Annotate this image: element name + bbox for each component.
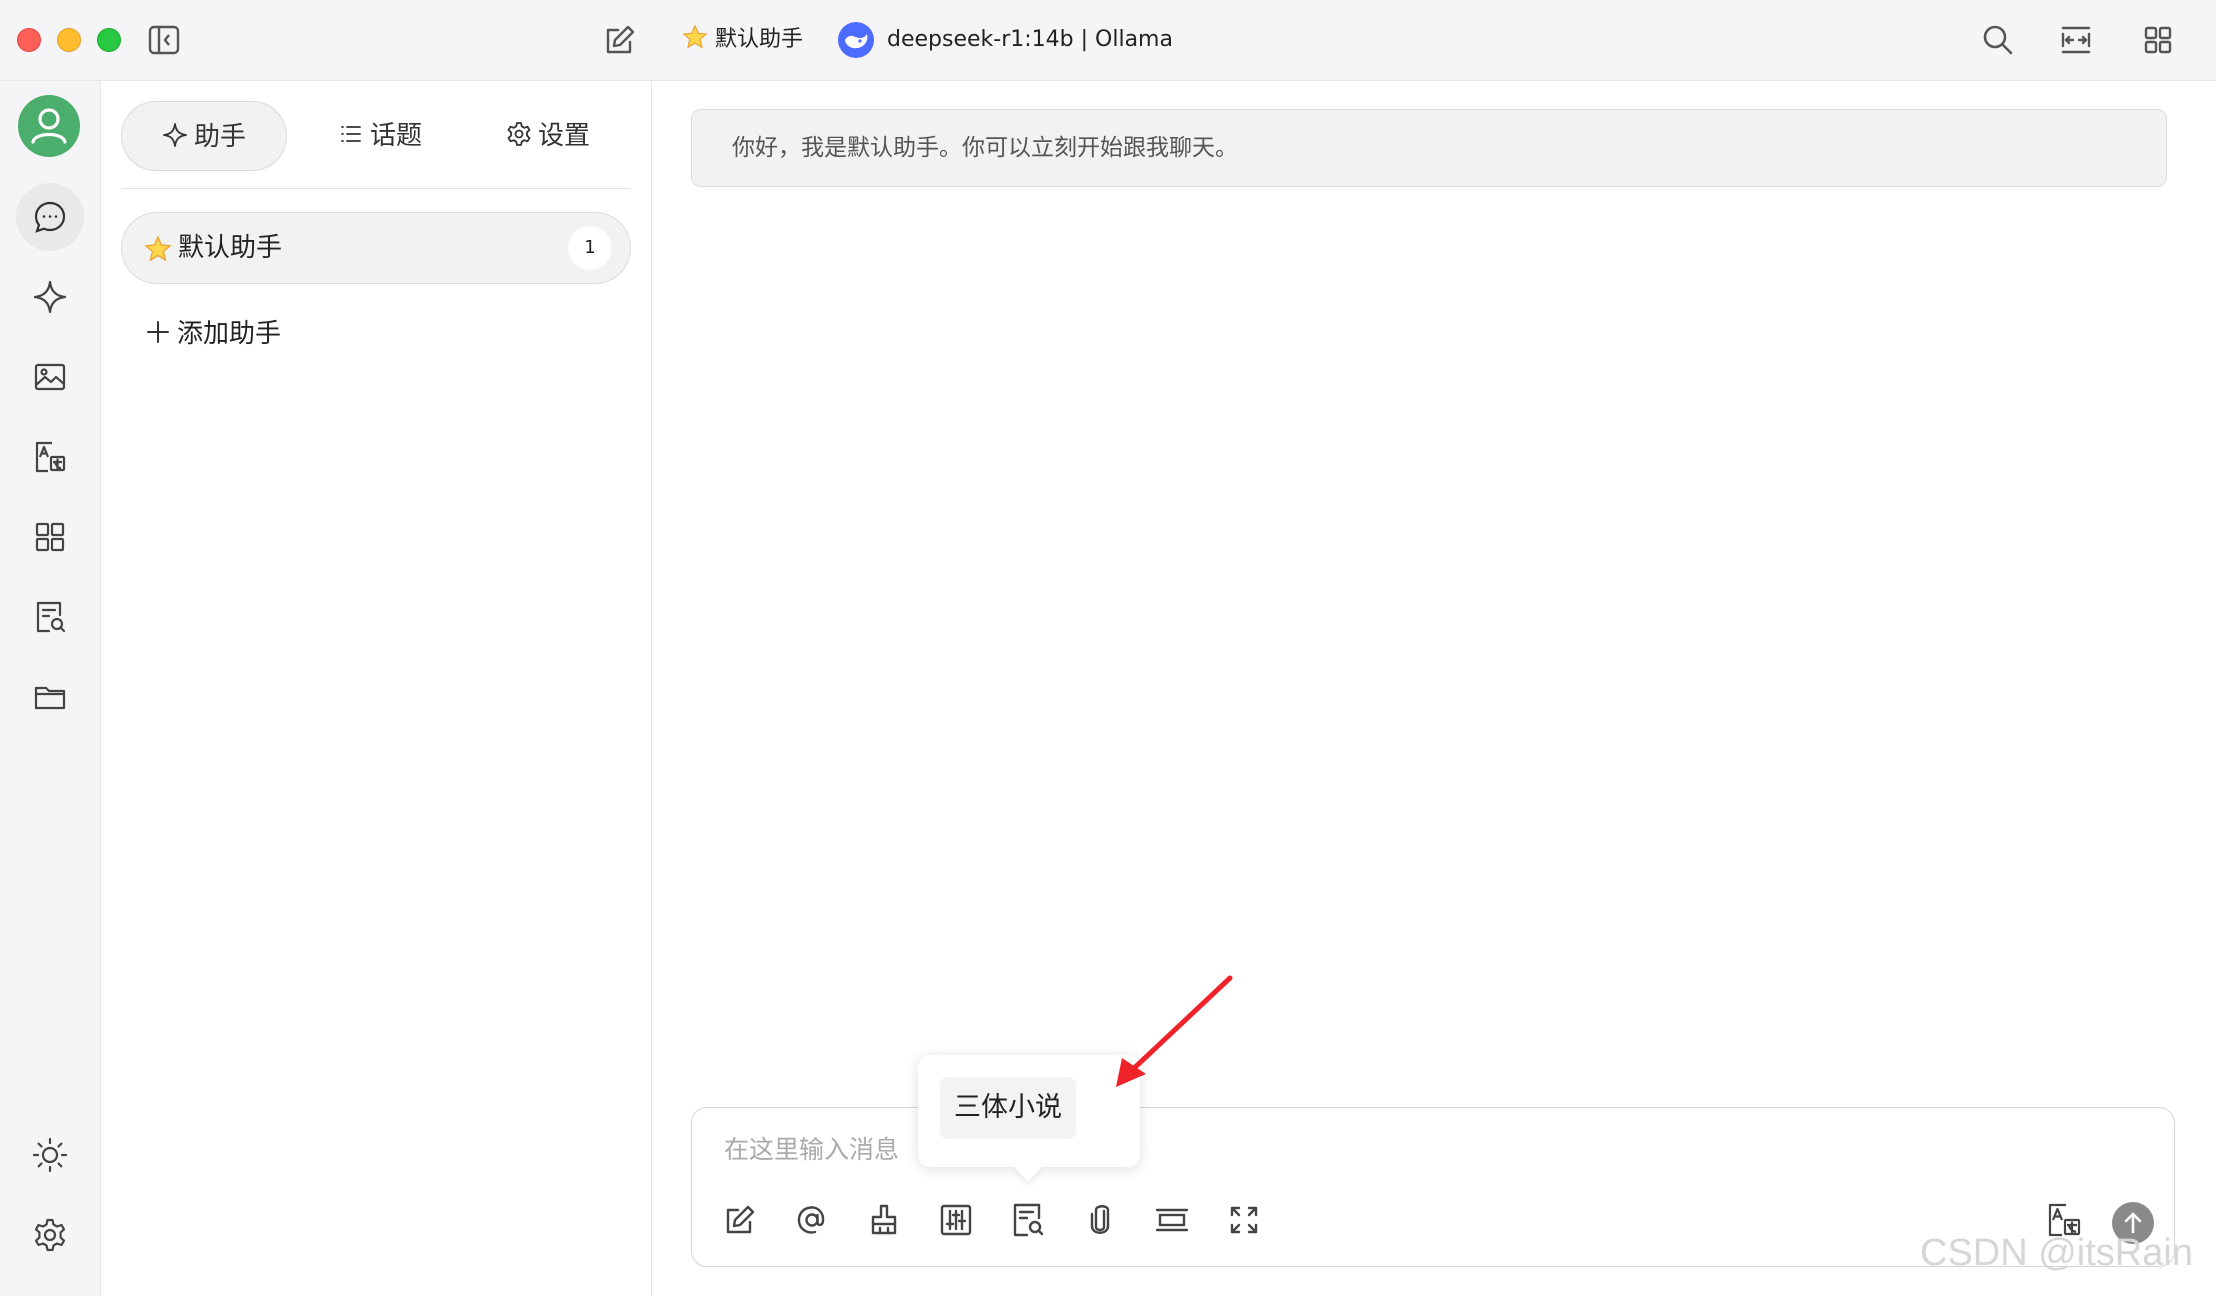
fullscreen-icon[interactable] [1224,1200,1264,1240]
csdn-watermark: CSDN @itsRain [1920,1232,2193,1274]
tab-settings-label: 设置 [537,121,590,151]
theme-toggle-button[interactable] [16,1121,84,1189]
star-icon [144,235,172,262]
tab-assistants-label: 助手 [193,122,246,152]
knowledge-base-icon[interactable] [1008,1200,1048,1240]
clear-context-broom-icon[interactable] [864,1200,904,1240]
document-search-icon [36,601,66,633]
chat-bubble-icon [34,201,66,233]
translate-nav-button[interactable] [16,423,84,491]
sidebar-toggle-icon[interactable] [144,20,184,60]
expand-layout-icon[interactable] [2056,20,2096,60]
topic-count-badge: 1 [568,226,612,270]
knowledge-base-option[interactable]: 三体小说 [940,1077,1076,1139]
add-assistant-button[interactable]: 添加助手 [145,309,281,359]
current-assistant[interactable]: 默认助手 [682,20,803,60]
agents-nav-button[interactable] [16,263,84,331]
folder-icon [34,686,66,710]
add-assistant-label: 添加助手 [177,319,282,349]
list-icon [341,126,361,142]
assistant-greeting-message: 你好，我是默认助手。你可以立刻开始跟我聊天。 [691,109,2167,187]
message-input[interactable]: 在这里输入消息 [724,1130,899,1166]
new-chat-icon[interactable] [600,20,640,60]
sparkle-icon [33,280,67,314]
tab-topics[interactable]: 话题 [297,101,463,171]
current-model[interactable]: deepseek-r1:14b | Ollama [887,20,1173,60]
current-assistant-label: 默认助手 [715,27,804,52]
new-topic-tool-icon[interactable] [720,1200,760,1240]
panel-divider [121,188,631,189]
minimize-window-button[interactable] [57,28,81,52]
settings-nav-button[interactable] [16,1201,84,1269]
deepseek-logo-icon [838,22,874,58]
context-expand-icon[interactable] [1152,1200,1192,1240]
annotation-arrow-icon [1116,975,1233,1087]
close-window-button[interactable] [17,28,41,52]
user-avatar[interactable] [18,95,80,157]
plus-icon [147,321,169,343]
tab-topics-label: 话题 [369,121,422,151]
assistant-name: 默认助手 [178,233,283,263]
mention-model-icon[interactable] [792,1200,832,1240]
apps-grid-icon[interactable] [2138,20,2178,60]
zoom-window-button[interactable] [97,28,121,52]
title-bar: 默认助手 deepseek-r1:14b | Ollama [0,0,2216,81]
tab-settings[interactable]: 设置 [465,101,631,171]
sun-icon [32,1137,68,1173]
gear-icon [507,122,531,146]
attachment-paperclip-icon[interactable] [1080,1200,1120,1240]
assistants-panel: 助手 话题 设置 默认助手 1 添加助手 [101,81,652,1296]
apps-nav-button[interactable] [16,503,84,571]
left-icon-rail [0,81,101,1296]
translate-icon [35,441,66,473]
assistant-list-item[interactable]: 默认助手 1 [121,212,631,284]
image-nav-button[interactable] [16,343,84,411]
image-icon [34,363,66,391]
chat-nav-button[interactable] [16,183,84,251]
files-nav-button[interactable] [16,663,84,731]
gear-icon [34,1218,66,1252]
panel-tabs: 助手 话题 设置 [121,101,631,171]
sparkle-icon [163,123,187,147]
tab-assistants[interactable]: 助手 [121,101,287,171]
apps-grid-icon [35,522,65,552]
knowledge-nav-button[interactable] [16,583,84,651]
user-icon [31,108,67,144]
search-icon[interactable] [1978,20,2018,60]
settings-sliders-icon[interactable] [936,1200,976,1240]
star-icon [682,24,708,49]
